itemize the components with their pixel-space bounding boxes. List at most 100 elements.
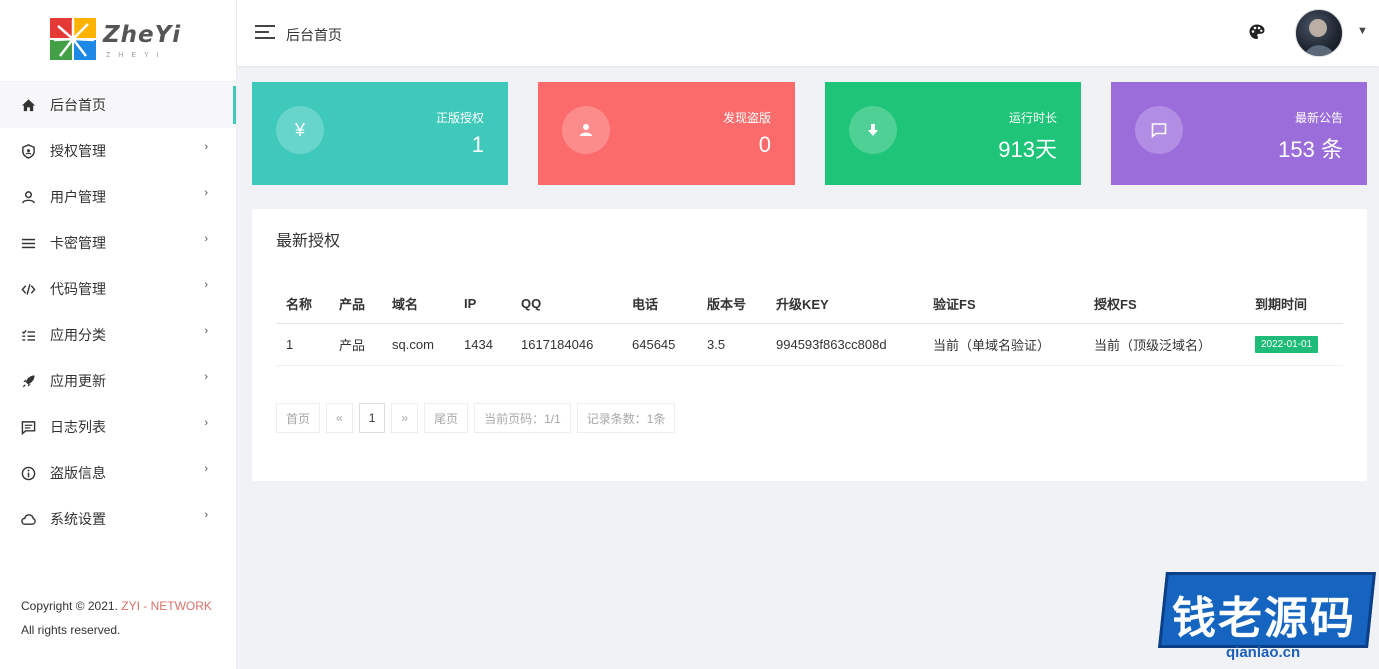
logo[interactable]: ZheYi ZHEYI xyxy=(0,0,236,82)
code-icon xyxy=(20,281,36,297)
col-phone: 电话 xyxy=(622,285,697,324)
avatar[interactable] xyxy=(1295,9,1343,57)
cell-domain: sq.com xyxy=(382,323,454,366)
copyright-suffix: All rights reserved. xyxy=(21,623,121,637)
logo-icon xyxy=(50,18,96,60)
info-icon xyxy=(20,465,36,481)
stat-label: 最新公告 xyxy=(1294,111,1343,125)
expiry-badge: 2022-01-01 xyxy=(1255,336,1319,353)
shield-icon xyxy=(20,143,36,159)
pager-last-button[interactable]: 尾页 xyxy=(424,403,469,433)
chevron-down-icon[interactable]: ▼ xyxy=(1357,25,1368,37)
col-name: 名称 xyxy=(276,285,329,324)
download-icon xyxy=(849,106,897,154)
pager-prev-button[interactable]: « xyxy=(326,403,353,433)
cell-name: 1 xyxy=(276,323,329,366)
panel-title: 最新授权 xyxy=(276,233,341,250)
yen-icon: ¥ xyxy=(276,106,324,154)
table-header-row: 名称 产品 域名 IP QQ 电话 版本号 升级KEY 验证FS 授权FS 到期… xyxy=(276,285,1343,324)
cell-expiry: 2022-01-01 xyxy=(1245,323,1343,366)
sidebar-item-home[interactable]: 后台首页 xyxy=(0,82,236,128)
user-icon xyxy=(562,106,610,154)
auth-table: 名称 产品 域名 IP QQ 电话 版本号 升级KEY 验证FS 授权FS 到期… xyxy=(276,285,1343,366)
stat-card-genuine: ¥ 正版授权 1 xyxy=(252,82,508,185)
user-icon xyxy=(20,189,36,205)
sidebar-item-updates[interactable]: 应用更新 › xyxy=(0,358,236,404)
chevron-right-icon: › xyxy=(204,509,208,521)
cell-upgrade-key: 994593f863cc808d xyxy=(766,323,923,366)
sidebar-menu: 后台首页 授权管理 › 用户管理 › 卡密管理 › 代码管理 › 应用分类 › … xyxy=(0,82,236,542)
sidebar-item-label: 用户管理 xyxy=(50,189,106,205)
sidebar-item-categories[interactable]: 应用分类 › xyxy=(0,312,236,358)
sidebar: ZheYi ZHEYI 后台首页 授权管理 › 用户管理 › 卡密管理 › 代码… xyxy=(0,0,237,669)
pager-current-page[interactable]: 1 xyxy=(358,403,386,433)
checklist-icon xyxy=(20,327,36,343)
cell-product: 产品 xyxy=(329,323,382,366)
chevron-right-icon: › xyxy=(204,463,208,475)
cell-qq: 1617184046 xyxy=(511,323,622,366)
table-row: 1 产品 sq.com 1434 1617184046 645645 3.5 9… xyxy=(276,323,1343,366)
sidebar-item-settings[interactable]: 系统设置 › xyxy=(0,496,236,542)
logo-subtext: ZHEYI xyxy=(106,52,167,59)
sidebar-item-label: 卡密管理 xyxy=(50,235,106,251)
chevron-right-icon: › xyxy=(204,325,208,337)
col-expiry: 到期时间 xyxy=(1245,285,1343,324)
sidebar-item-label: 应用更新 xyxy=(50,373,106,389)
stat-card-piracy: 发现盗版 0 xyxy=(538,82,795,185)
pager-record-info: 记录条数：1条 xyxy=(576,403,676,433)
stat-label: 发现盗版 xyxy=(722,111,771,125)
sidebar-item-label: 盗版信息 xyxy=(50,465,106,481)
sidebar-item-piracy[interactable]: 盗版信息 › xyxy=(0,450,236,496)
col-domain: 域名 xyxy=(382,285,454,324)
palette-icon[interactable] xyxy=(1248,23,1266,41)
col-ip: IP xyxy=(454,285,511,324)
pagination: 首页 « 1 » 尾页 当前页码：1/1 记录条数：1条 xyxy=(276,403,681,433)
sidebar-item-label: 授权管理 xyxy=(50,143,106,159)
col-product: 产品 xyxy=(329,285,382,324)
menu-toggle-icon[interactable] xyxy=(255,25,275,40)
chevron-right-icon: › xyxy=(204,233,208,245)
sidebar-item-logs[interactable]: 日志列表 › xyxy=(0,404,236,450)
sidebar-item-label: 系统设置 xyxy=(50,511,106,527)
cell-phone: 645645 xyxy=(622,323,697,366)
copyright-brand-link[interactable]: ZYI - NETWORK xyxy=(121,599,212,613)
col-qq: QQ xyxy=(511,285,622,324)
cloud-icon xyxy=(20,511,36,527)
cell-version: 3.5 xyxy=(697,323,766,366)
sidebar-item-code[interactable]: 代码管理 › xyxy=(0,266,236,312)
watermark-url: qianlao.cn xyxy=(1226,644,1301,661)
chevron-right-icon: › xyxy=(204,279,208,291)
cell-ip: 1434 xyxy=(454,323,511,366)
sidebar-item-label: 后台首页 xyxy=(50,97,106,113)
stat-value: 1 xyxy=(471,132,484,157)
sidebar-item-label: 应用分类 xyxy=(50,327,106,343)
page-title: 后台首页 xyxy=(286,27,342,43)
sidebar-item-users[interactable]: 用户管理 › xyxy=(0,174,236,220)
pager-first-button[interactable]: 首页 xyxy=(276,403,321,433)
col-upgrade-key: 升级KEY xyxy=(766,285,923,324)
chevron-right-icon: › xyxy=(204,417,208,429)
copyright: Copyright © 2021. ZYI - NETWORK All righ… xyxy=(21,594,221,642)
home-icon xyxy=(20,97,36,113)
message-icon xyxy=(1135,106,1183,154)
message-icon xyxy=(20,419,36,435)
pager-next-button[interactable]: » xyxy=(391,403,419,433)
sidebar-item-cards[interactable]: 卡密管理 › xyxy=(0,220,236,266)
cell-auth-fs: 当前（顶级泛域名） xyxy=(1084,323,1245,366)
copyright-prefix: Copyright © 2021. xyxy=(21,599,118,613)
rocket-icon xyxy=(20,373,36,389)
chevron-right-icon: › xyxy=(204,371,208,383)
avatar-image xyxy=(1304,19,1335,56)
top-header: 后台首页 ▼ xyxy=(237,0,1379,66)
chevron-right-icon: › xyxy=(204,141,208,153)
stat-card-announcements: 最新公告 153 条 xyxy=(1111,82,1367,185)
logo-text: ZheYi xyxy=(103,22,182,48)
stat-value: 153 条 xyxy=(1278,137,1343,162)
sidebar-item-label: 代码管理 xyxy=(50,281,106,297)
list-icon xyxy=(20,235,36,251)
watermark-text: 钱老源码 xyxy=(1172,593,1356,644)
col-verify-fs: 验证FS xyxy=(923,285,1084,324)
sidebar-item-authorization[interactable]: 授权管理 › xyxy=(0,128,236,174)
stat-label: 正版授权 xyxy=(435,111,484,125)
pager-page-info: 当前页码：1/1 xyxy=(474,403,571,433)
